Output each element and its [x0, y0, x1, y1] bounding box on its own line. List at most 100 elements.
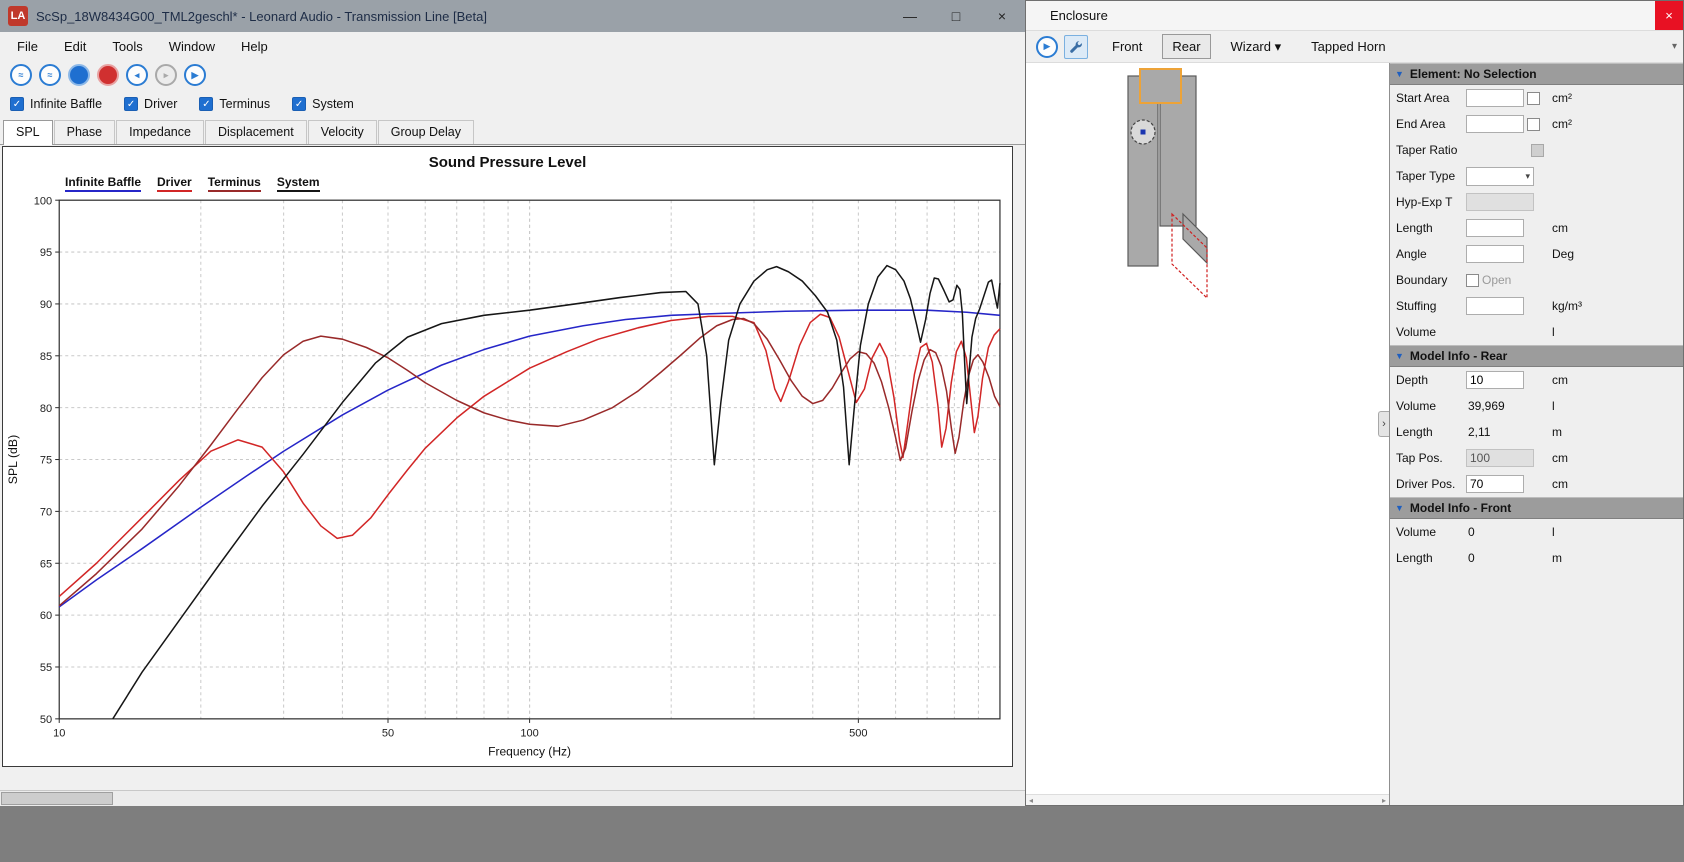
menu-edit[interactable]: Edit: [51, 34, 99, 59]
model-rear-header-label: Model Info - Rear: [1410, 349, 1507, 363]
length-value: 2,11: [1466, 425, 1490, 439]
menu-help[interactable]: Help: [228, 34, 281, 59]
series-system: [113, 266, 1000, 719]
enclosure-tab-wizard[interactable]: Wizard ▾: [1221, 34, 1292, 60]
duct-left-segment[interactable]: [1128, 76, 1158, 266]
maximize-button[interactable]: □: [933, 0, 979, 32]
enclosure-tab-front[interactable]: Front: [1102, 34, 1152, 59]
svg-text:85: 85: [40, 351, 52, 363]
prop-control: [1466, 245, 1546, 263]
svg-text:500: 500: [849, 727, 867, 739]
menu-tools[interactable]: Tools: [99, 34, 155, 59]
trace-toggle-infinite-baffle[interactable]: ✓Infinite Baffle: [10, 97, 102, 111]
main-titlebar[interactable]: LA ScSp_18W8434G00_TML2geschl* - Leonard…: [0, 0, 1025, 32]
prop-label: Length: [1396, 221, 1466, 235]
model-rear-section-header[interactable]: ▼ Model Info - Rear: [1390, 345, 1683, 367]
trace-toggle-system[interactable]: ✓System: [292, 97, 354, 111]
trace-toggle-terminus[interactable]: ✓Terminus: [199, 97, 270, 111]
unit-label: cm: [1552, 373, 1568, 387]
angle-input[interactable]: [1466, 245, 1524, 263]
record-button[interactable]: [97, 64, 119, 86]
prop-label: Volume: [1396, 325, 1466, 339]
depth-input[interactable]: [1466, 371, 1524, 389]
prop-control: 2,11: [1466, 425, 1546, 439]
element-section-header[interactable]: ▼ Element: No Selection: [1390, 63, 1683, 85]
minimize-button[interactable]: —: [887, 0, 933, 32]
properties-panel: ▼ Element: No Selection Start Areacm²End…: [1390, 63, 1683, 805]
menu-window[interactable]: Window: [156, 34, 228, 59]
toolbar-overflow-button[interactable]: ▾: [1670, 39, 1679, 54]
signal-tone-button[interactable]: ≈: [39, 64, 61, 86]
svg-text:Frequency (Hz): Frequency (Hz): [488, 745, 571, 759]
enclosure-play-button[interactable]: ▶: [1036, 36, 1058, 58]
unit-label: m: [1552, 551, 1562, 565]
tab-displacement[interactable]: Displacement: [205, 120, 307, 144]
tab-spl[interactable]: SPL: [3, 120, 53, 145]
prop-row-angle: AngleDeg: [1390, 241, 1683, 267]
boundary-option-label: Open: [1482, 273, 1511, 287]
enclosure-title: Enclosure: [1050, 8, 1108, 23]
enclosure-close-button[interactable]: ×: [1655, 1, 1683, 30]
prop-control: 39,969: [1466, 399, 1546, 413]
end-area-input[interactable]: [1466, 115, 1524, 133]
enclosure-tab-tapped-horn[interactable]: Tapped Horn: [1301, 34, 1395, 59]
prop-label: End Area: [1396, 117, 1466, 131]
model-front-section-header[interactable]: ▼ Model Info - Front: [1390, 497, 1683, 519]
enclosure-tab-rear[interactable]: Rear: [1162, 34, 1210, 59]
prop-row-hyp-exp-t: Hyp-Exp T: [1390, 189, 1683, 215]
stuffing-input[interactable]: [1466, 297, 1524, 315]
start-area-checkbox[interactable]: [1527, 92, 1540, 105]
svg-text:90: 90: [40, 299, 52, 311]
step-back-button[interactable]: ◂: [126, 64, 148, 86]
selected-segment[interactable]: [1140, 69, 1181, 103]
prop-row-end-area: End Areacm²: [1390, 111, 1683, 137]
signal-sweep-button[interactable]: ≈: [10, 64, 32, 86]
end-area-checkbox[interactable]: [1527, 118, 1540, 131]
prop-row-taper-type: Taper Type▾: [1390, 163, 1683, 189]
trace-toggle-driver[interactable]: ✓Driver: [124, 97, 177, 111]
main-horizontal-scrollbar[interactable]: [0, 790, 1025, 806]
prop-label: Stuffing: [1396, 299, 1466, 313]
close-button[interactable]: ×: [979, 0, 1025, 32]
scroll-left-icon[interactable]: ◂: [1029, 796, 1033, 805]
tab-impedance[interactable]: Impedance: [116, 120, 204, 144]
driver-pos-input[interactable]: [1466, 475, 1524, 493]
main-scrollbar-thumb[interactable]: [1, 792, 113, 805]
trace-toggle-label: Terminus: [219, 97, 270, 111]
enclosure-titlebar[interactable]: Enclosure ×: [1026, 1, 1683, 31]
prop-label: Taper Ratio: [1396, 143, 1466, 157]
step-forward-button[interactable]: ▸: [155, 64, 177, 86]
prop-label: Volume: [1396, 525, 1466, 539]
prop-label: Depth: [1396, 373, 1466, 387]
prop-label: Volume: [1396, 399, 1466, 413]
unit-label: l: [1552, 399, 1555, 413]
length-input[interactable]: [1466, 219, 1524, 237]
wrench-tool-button[interactable]: [1064, 35, 1088, 59]
scroll-right-icon[interactable]: ▸: [1382, 796, 1386, 805]
unit-label: Deg: [1552, 247, 1574, 261]
prop-row-stuffing: Stuffing kg/m³: [1390, 293, 1683, 319]
tab-velocity[interactable]: Velocity: [308, 120, 377, 144]
marker-blue-button[interactable]: [68, 64, 90, 86]
enclosure-canvas[interactable]: › ◂ ▸: [1026, 63, 1390, 805]
driver-center-marker: [1141, 130, 1146, 135]
menu-file[interactable]: File: [4, 34, 51, 59]
prop-control: [1466, 475, 1546, 493]
prop-row-tap-pos: Tap Pos.cm: [1390, 445, 1683, 471]
canvas-horizontal-scrollbar[interactable]: ◂ ▸: [1026, 794, 1389, 805]
prop-control: [1466, 297, 1546, 315]
unit-label: kg/m³: [1552, 299, 1582, 313]
boundary-checkbox[interactable]: [1466, 274, 1479, 287]
prop-label: Length: [1396, 551, 1466, 565]
svg-text:100: 100: [520, 727, 538, 739]
start-area-input[interactable]: [1466, 89, 1524, 107]
play-button[interactable]: ▶: [184, 64, 206, 86]
tab-group-delay[interactable]: Group Delay: [378, 120, 474, 144]
model-front-header-label: Model Info - Front: [1410, 501, 1511, 515]
volume-value: 39,969: [1466, 399, 1505, 413]
unit-label: l: [1552, 325, 1555, 339]
taper-type-dropdown[interactable]: ▾: [1466, 167, 1534, 186]
collapse-triangle-icon: ▼: [1395, 503, 1404, 513]
tab-phase[interactable]: Phase: [54, 120, 115, 144]
panel-collapse-button[interactable]: ›: [1378, 411, 1389, 437]
